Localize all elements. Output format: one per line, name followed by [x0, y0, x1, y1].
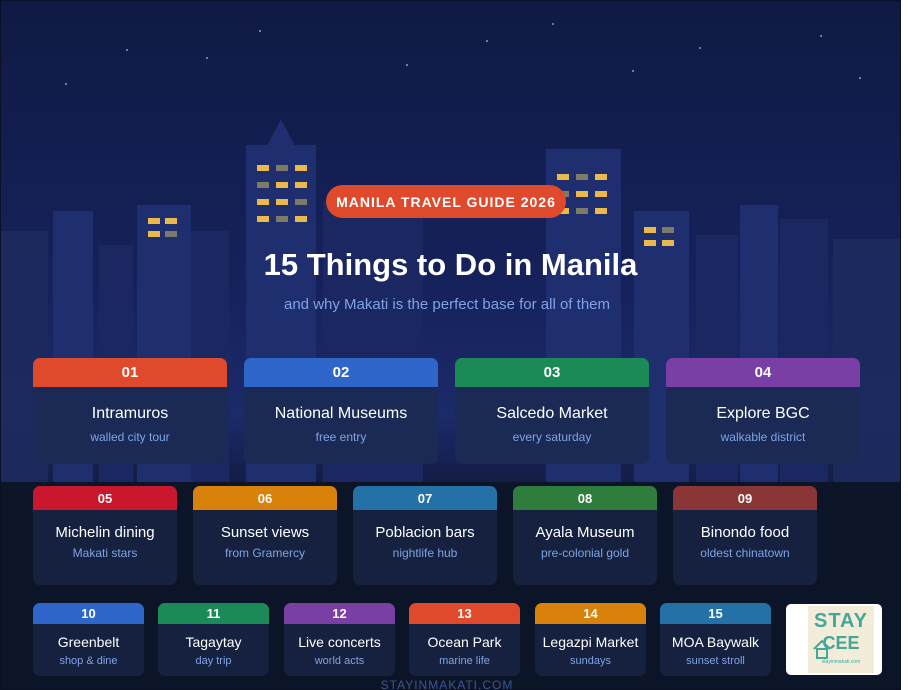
stay-cee-logo[interactable]: STAY CEE stayinmakati.com: [786, 604, 882, 675]
card-number: 11: [158, 603, 269, 624]
thing-card-04: 04 Explore BGC walkable district: [666, 358, 860, 464]
card-number: 08: [513, 486, 657, 510]
card-subtitle: world acts: [314, 655, 365, 667]
guide-badge: MANILA TRAVEL GUIDE 2026: [326, 185, 566, 218]
card-subtitle: shop & dine: [59, 655, 118, 667]
card-subtitle: sunset stroll: [686, 655, 745, 667]
card-number: 07: [353, 486, 497, 510]
thing-card-10: 10 Greenbelt shop & dine: [33, 603, 144, 676]
thing-card-14: 14 Legazpi Market sundays: [535, 603, 646, 676]
thing-card-07: 07 Poblacion bars nightlife hub: [353, 486, 497, 585]
star: [486, 40, 488, 42]
star: [632, 70, 634, 72]
card-number: 10: [33, 603, 144, 624]
page-subtitle: and why Makati is the perfect base for a…: [284, 296, 610, 313]
card-number: 03: [455, 358, 649, 387]
card-number: 02: [244, 358, 438, 387]
card-subtitle: walled city tour: [90, 430, 170, 444]
card-subtitle: marine life: [439, 655, 490, 667]
card-number: 04: [666, 358, 860, 387]
card-title: Ayala Museum: [535, 524, 635, 541]
star: [259, 30, 261, 32]
tower-spire: [267, 119, 295, 146]
card-subtitle: from Gramercy: [224, 546, 305, 560]
page-title: 15 Things to Do in Manila: [263, 247, 638, 282]
star: [406, 64, 408, 66]
card-number: 05: [33, 486, 177, 510]
thing-card-11: 11 Tagaytay day trip: [158, 603, 269, 676]
thing-card-13: 13 Ocean Park marine life: [409, 603, 520, 676]
infographic-canvas: MANILA TRAVEL GUIDE 2026 15 Things to Do…: [0, 0, 901, 690]
logo-url: stayinmakati.com: [821, 659, 861, 665]
thing-card-08: 08 Ayala Museum pre-colonial gold: [513, 486, 657, 585]
thing-card-09: 09 Binondo food oldest chinatown: [673, 486, 817, 585]
thing-card-15: 15 MOA Baywalk sunset stroll: [660, 603, 771, 676]
card-number: 15: [660, 603, 771, 624]
card-title: Explore BGC: [716, 405, 810, 422]
card-title: MOA Baywalk: [671, 634, 760, 650]
card-title: Sunset views: [220, 524, 310, 541]
card-subtitle: Makati stars: [72, 546, 138, 560]
star: [699, 47, 701, 49]
card-title: Tagaytay: [185, 634, 242, 650]
card-number: 09: [673, 486, 817, 510]
card-subtitle: walkable district: [720, 430, 806, 444]
card-title: Greenbelt: [57, 634, 120, 650]
card-title: Intramuros: [91, 405, 169, 422]
footer-url[interactable]: STAYINMAKATI.COM: [1, 678, 893, 689]
card-number: 06: [193, 486, 337, 510]
card-subtitle: day trip: [195, 655, 232, 667]
card-subtitle: pre-colonial gold: [540, 546, 630, 560]
star: [820, 35, 822, 37]
card-subtitle: oldest chinatown: [700, 546, 790, 560]
card-subtitle: free entry: [315, 430, 367, 444]
card-title: Salcedo Market: [496, 405, 608, 422]
card-title: Live concerts: [298, 634, 381, 650]
thing-card-01: 01 Intramuros walled city tour: [33, 358, 227, 464]
card-title: Ocean Park: [427, 634, 502, 650]
house-icon: [813, 639, 831, 659]
card-subtitle: every saturday: [512, 430, 592, 444]
card-subtitle: sundays: [570, 655, 611, 667]
card-title: Michelin dining: [55, 524, 155, 541]
star: [552, 23, 554, 25]
card-title: Poblacion bars: [375, 524, 475, 541]
card-number: 12: [284, 603, 395, 624]
thing-card-12: 12 Live concerts world acts: [284, 603, 395, 676]
star: [65, 83, 67, 85]
thing-card-06: 06 Sunset views from Gramercy: [193, 486, 337, 585]
thing-card-03: 03 Salcedo Market every saturday: [455, 358, 649, 464]
card-title: Binondo food: [700, 524, 790, 541]
card-title: National Museums: [274, 405, 408, 422]
card-number: 01: [33, 358, 227, 387]
card-number: 14: [535, 603, 646, 624]
logo-badge: STAY CEE stayinmakati.com: [808, 606, 874, 673]
card-subtitle: nightlife hub: [392, 546, 458, 560]
star: [206, 57, 208, 59]
thing-card-05: 05 Michelin dining Makati stars: [33, 486, 177, 585]
thing-card-02: 02 National Museums free entry: [244, 358, 438, 464]
card-title: Legazpi Market: [542, 634, 639, 650]
star: [126, 49, 128, 51]
logo-text-top: STAY: [813, 610, 869, 632]
star: [859, 77, 861, 79]
card-number: 13: [409, 603, 520, 624]
